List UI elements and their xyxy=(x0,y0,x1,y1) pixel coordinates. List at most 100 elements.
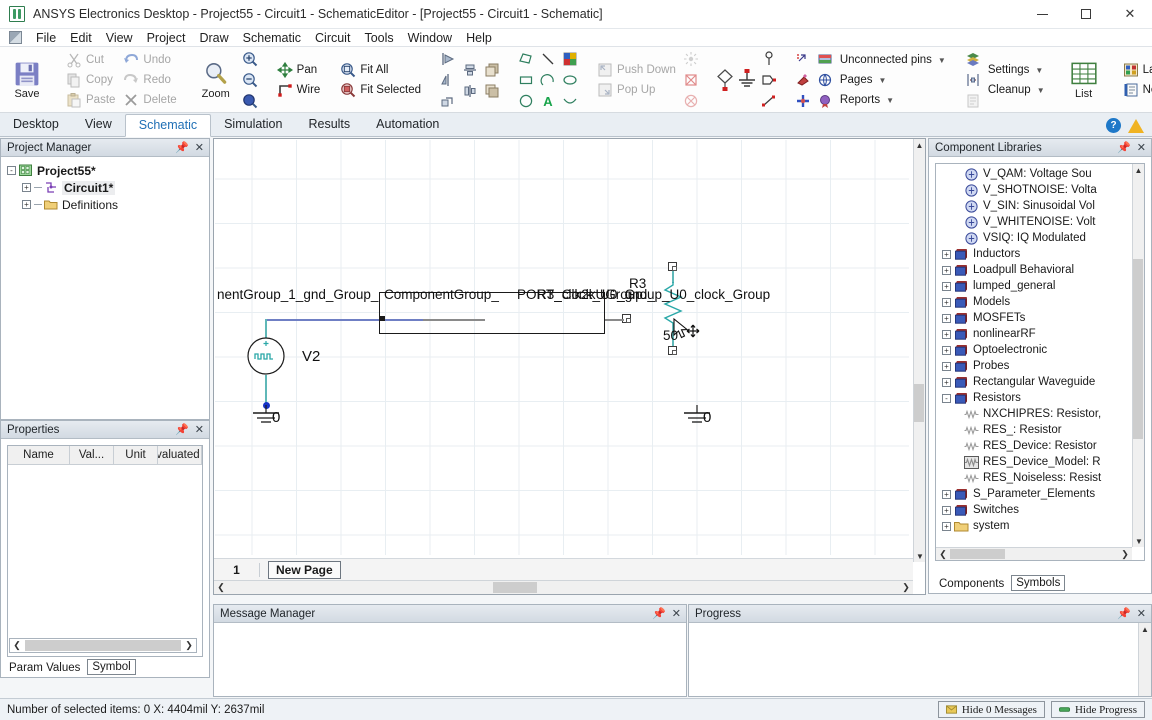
libraries-hscrollbar[interactable]: ❮ ❯ xyxy=(936,547,1132,560)
resistor-ref-des[interactable]: R3 xyxy=(629,276,646,291)
fit-selected-button[interactable]: Fit Selected xyxy=(336,80,425,100)
zoom-window-button[interactable] xyxy=(239,91,261,112)
cleanup-dropdown[interactable]: Cleanup ▼ xyxy=(984,80,1049,100)
library-item[interactable]: RES_Noiseless: Resist xyxy=(936,470,1132,486)
library-item[interactable]: V_QAM: Voltage Sou xyxy=(936,166,1132,182)
no-pin-button[interactable] xyxy=(680,70,702,91)
port-button[interactable] xyxy=(758,49,780,70)
net-label-gnd-group[interactable]: nentGroup_1_gnd_Group_ xyxy=(217,287,378,302)
text-button[interactable]: A xyxy=(537,91,559,112)
network-button[interactable] xyxy=(814,70,836,91)
scroll-thumb[interactable] xyxy=(914,384,924,422)
library-item[interactable]: + Rectangular Waveguide xyxy=(936,374,1132,390)
wire-button[interactable]: Wire xyxy=(273,80,325,100)
paste-button[interactable]: Paste xyxy=(62,90,119,110)
canvas-vscrollbar[interactable]: ▲ ▼ xyxy=(913,139,925,562)
scroll-thumb[interactable] xyxy=(493,582,537,593)
close-icon[interactable]: ✕ xyxy=(1137,607,1146,620)
source-ref-des[interactable]: V2 xyxy=(302,348,320,365)
bring-forward-button[interactable] xyxy=(481,59,503,80)
app-menu-icon[interactable] xyxy=(9,31,22,44)
expander-icon[interactable]: + xyxy=(942,249,951,259)
save-button[interactable]: Save xyxy=(4,50,50,110)
unconnected-pins-dropdown[interactable]: Unconnected pins ▼ xyxy=(836,50,950,70)
progress-vscrollbar[interactable]: ▲ xyxy=(1138,623,1151,696)
cross-probe-button[interactable] xyxy=(792,91,814,112)
tab-desktop[interactable]: Desktop xyxy=(0,113,72,136)
pin-icon[interactable]: 📌 xyxy=(652,607,666,620)
image-button[interactable] xyxy=(559,49,581,70)
pin-icon[interactable]: 📌 xyxy=(1117,607,1131,620)
circle-button[interactable] xyxy=(515,91,537,112)
schematic-canvas[interactable]: nentGroup_1_gnd_Group_ ComponentGroup_ P… xyxy=(215,140,909,555)
pin-icon[interactable]: 📌 xyxy=(175,141,189,154)
library-item[interactable]: RES_: Resistor xyxy=(936,422,1132,438)
library-item[interactable]: NXCHIPRES: Resistor, xyxy=(936,406,1132,422)
resistor-value[interactable]: 50 xyxy=(663,328,678,343)
expander-icon[interactable]: - xyxy=(7,166,16,175)
hide-messages-button[interactable]: Hide 0 Messages xyxy=(937,701,1045,718)
scroll-right-icon[interactable]: ❯ xyxy=(899,582,913,593)
add-component-button[interactable] xyxy=(792,70,814,91)
library-item[interactable]: + Loadpull Behavioral xyxy=(936,262,1132,278)
library-item[interactable]: + Models xyxy=(936,294,1132,310)
tab-automation[interactable]: Automation xyxy=(363,113,452,136)
library-item[interactable]: + nonlinearRF xyxy=(936,326,1132,342)
pin-button[interactable] xyxy=(758,70,780,91)
help-icon[interactable]: ? xyxy=(1106,118,1121,133)
scroll-thumb[interactable] xyxy=(1133,259,1143,439)
net-label-componentgroup[interactable]: ComponentGroup_ xyxy=(384,287,499,302)
menu-schematic[interactable]: Schematic xyxy=(236,30,308,46)
menu-tools[interactable]: Tools xyxy=(357,30,400,46)
page-number[interactable]: 1 xyxy=(214,562,260,577)
align-center-vertical-button[interactable] xyxy=(459,80,481,101)
add-pin-button[interactable] xyxy=(792,49,814,70)
chevron-up-icon[interactable]: ▲ xyxy=(1139,623,1151,635)
tree-node-circuit[interactable]: + Circuit1* xyxy=(5,179,205,196)
arc-button[interactable] xyxy=(537,70,559,91)
expander-icon[interactable]: + xyxy=(942,265,951,275)
voltage-source-symbol[interactable] xyxy=(247,337,285,375)
libraries-vscrollbar[interactable]: ▲ ▼ xyxy=(1132,164,1144,547)
reports-dropdown[interactable]: Reports ▼ xyxy=(836,90,950,110)
scroll-down-icon[interactable]: ▼ xyxy=(1133,535,1144,547)
page-button[interactable] xyxy=(814,49,836,70)
resistor-pin-top[interactable] xyxy=(668,262,677,271)
expander-icon[interactable]: + xyxy=(942,345,951,355)
expander-icon[interactable]: + xyxy=(942,505,951,515)
pin-icon[interactable]: 📌 xyxy=(175,423,189,436)
minimize-button[interactable] xyxy=(1020,0,1064,29)
report-button[interactable] xyxy=(962,91,984,112)
tab-simulation[interactable]: Simulation xyxy=(211,113,295,136)
menu-file[interactable]: File xyxy=(29,30,63,46)
redo-button[interactable]: Redo xyxy=(119,70,180,90)
library-item[interactable]: V_SIN: Sinusoidal Vol xyxy=(936,198,1132,214)
library-item[interactable]: + lumped_general xyxy=(936,278,1132,294)
wire-segment[interactable] xyxy=(605,319,624,321)
close-icon[interactable]: ✕ xyxy=(195,141,204,154)
no-port-button[interactable] xyxy=(680,91,702,112)
menu-circuit[interactable]: Circuit xyxy=(308,30,357,46)
expander-icon[interactable]: + xyxy=(942,521,951,531)
library-item[interactable]: + S_Parameter_Elements xyxy=(936,486,1132,502)
scroll-right-icon[interactable]: ❯ xyxy=(182,640,196,651)
maximize-button[interactable] xyxy=(1064,0,1108,29)
library-item[interactable]: V_WHITENOISE: Volt xyxy=(936,214,1132,230)
scroll-right-icon[interactable]: ❯ xyxy=(1118,549,1132,560)
library-item[interactable]: + Switches xyxy=(936,502,1132,518)
scroll-left-icon[interactable]: ❮ xyxy=(214,582,228,593)
zoom-out-button[interactable] xyxy=(239,70,261,91)
hide-progress-button[interactable]: Hide Progress xyxy=(1050,701,1145,718)
expander-icon[interactable]: + xyxy=(942,297,951,307)
library-item[interactable]: + MOSFETs xyxy=(936,310,1132,326)
expander-icon[interactable]: + xyxy=(942,489,951,499)
flip-vertical-button[interactable] xyxy=(437,70,459,91)
layers-button[interactable] xyxy=(962,49,984,70)
library-item[interactable]: + system xyxy=(936,518,1132,534)
expander-icon[interactable]: + xyxy=(22,200,31,209)
scroll-up-icon[interactable]: ▲ xyxy=(1133,164,1144,176)
menu-view[interactable]: View xyxy=(99,30,140,46)
list-button[interactable]: List xyxy=(1061,50,1107,110)
netlist-button[interactable]: Netlist xyxy=(1119,80,1152,100)
library-item[interactable]: RES_Device_Model: R xyxy=(936,454,1132,470)
